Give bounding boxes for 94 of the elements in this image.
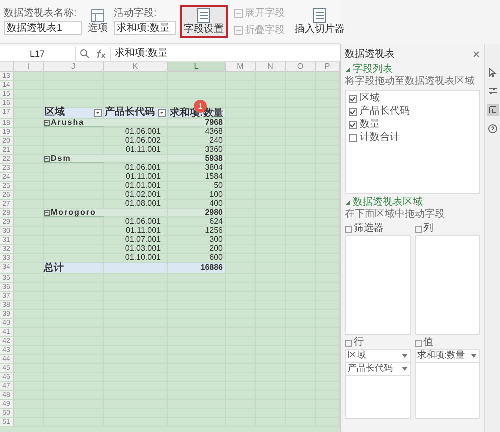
field-checkbox[interactable]: 区域 (349, 93, 476, 105)
collapse-icon[interactable] (44, 120, 50, 126)
group-label: Dsm (51, 154, 72, 163)
table-cell: 01.06.001 (104, 164, 168, 172)
table-cell: 01.11.001 (104, 146, 168, 154)
checkbox[interactable] (349, 108, 357, 116)
table-cell: 01.01.001 (104, 182, 168, 190)
pivot-name-field[interactable]: 数据透视表1 (4, 21, 82, 35)
close-icon[interactable] (473, 51, 480, 58)
area-icon (345, 226, 352, 232)
panel-title: 数据透视表 (345, 48, 395, 60)
table-cell: 50 (168, 182, 226, 190)
hint-text: 在下面区域中拖动字段 (345, 209, 446, 221)
checkmark-icon (350, 96, 356, 102)
field-checkbox[interactable]: 计数合计 (349, 132, 476, 144)
help-icon[interactable] (488, 124, 498, 134)
collapse-icon[interactable] (44, 210, 50, 216)
table-cell: 01.06.001 (104, 128, 168, 136)
table-cell: 01.03.001 (104, 245, 168, 253)
table-cell: 3360 (168, 146, 226, 154)
ribbon-button[interactable]: 字段设置 (180, 5, 228, 38)
table-cell: 01.10.001 (104, 254, 168, 262)
table-cell: 200 (168, 245, 226, 253)
filter-dropdown-icon[interactable] (158, 109, 166, 117)
function-icon[interactable] (94, 48, 106, 58)
table-cell: 100 (168, 191, 226, 199)
options-button[interactable]: 选项 (86, 9, 110, 34)
table-icon (196, 8, 212, 24)
table-cell: 01.06.001 (104, 218, 168, 226)
collapse-arrow-icon[interactable] (345, 67, 351, 73)
table-cell: 16886 (168, 263, 226, 273)
checkbox[interactable] (349, 121, 357, 129)
plus-minus-icon (234, 8, 243, 18)
table-cell: 600 (168, 254, 226, 262)
table-cell: 01.08.001 (104, 200, 168, 208)
area-field-item[interactable]: 产品长代码 (346, 363, 410, 376)
table-cell: 4368 (168, 128, 226, 136)
area-label: 值 (424, 337, 434, 349)
active-field-input[interactable]: 求和项:数量 (114, 21, 176, 35)
area-icon (414, 226, 422, 232)
name-box[interactable]: L17 (0, 46, 76, 60)
area-icon (345, 340, 352, 346)
plus-minus-icon (234, 26, 243, 34)
cursor-icon[interactable] (488, 68, 498, 78)
table-cell: 1256 (168, 227, 226, 235)
area-label: 筛选器 (354, 223, 384, 235)
field-label: 活动字段: (114, 8, 158, 19)
hint-text: 将字段拖动至数据透视表区域 (345, 76, 476, 88)
zoom-icon[interactable] (80, 48, 90, 58)
checkbox[interactable] (349, 95, 357, 103)
ribbon-button[interactable]: 插入切片器 (291, 5, 349, 38)
checkmark-icon (350, 122, 356, 128)
collapse-arrow-icon[interactable] (345, 200, 351, 206)
area-icon (414, 340, 422, 346)
table-cell: 240 (168, 137, 226, 145)
table-header-cell: 产品长代码 (105, 108, 155, 118)
table-header-cell: 区域 (45, 108, 65, 118)
table-cell: 总计 (44, 263, 104, 273)
dropdown-icon (402, 354, 408, 358)
table-cell: 3804 (168, 164, 226, 172)
table-cell: 624 (168, 218, 226, 226)
area-field-item[interactable]: 求和项:数量 (416, 350, 479, 363)
area-label: 行 (354, 337, 364, 349)
section-heading[interactable]: 字段列表 (353, 64, 393, 76)
table-cell: 01.06.002 (104, 137, 168, 145)
table-cell: 300 (168, 236, 226, 244)
field-checkbox[interactable]: 产品长代码 (349, 106, 476, 118)
column-header[interactable]: L (168, 62, 226, 71)
area-label: 列 (424, 223, 434, 235)
table-cell: 01.02.001 (104, 191, 168, 199)
table-cell: 2980 (168, 209, 226, 217)
group-label: Morogoro (51, 208, 96, 217)
filter-dropdown-icon[interactable] (94, 109, 102, 117)
pivot-icon[interactable] (486, 104, 498, 116)
table-cell: 01.11.001 (104, 173, 168, 181)
dropdown-icon (402, 367, 408, 371)
table-cell: 7968 (168, 119, 226, 127)
table-cell: 1584 (168, 173, 226, 181)
field-checkbox[interactable]: 数量 (349, 119, 476, 131)
sliders-icon[interactable] (488, 86, 498, 96)
collapse-icon[interactable] (44, 156, 50, 162)
table-cell: 400 (168, 200, 226, 208)
table-icon (91, 9, 105, 23)
group-label: Arusha (51, 118, 85, 127)
table-cell: 01.11.001 (104, 227, 168, 235)
dropdown-icon (471, 354, 477, 358)
checkbox[interactable] (349, 134, 357, 142)
section-heading[interactable]: 数据透视表区域 (353, 197, 423, 209)
field-label: 数据透视表名称: (4, 8, 78, 19)
table-cell: 01.07.001 (104, 236, 168, 244)
area-field-item[interactable]: 区域 (346, 350, 410, 363)
checkmark-icon (350, 109, 356, 115)
table-cell: 5938 (168, 155, 226, 163)
table-icon (312, 8, 328, 24)
